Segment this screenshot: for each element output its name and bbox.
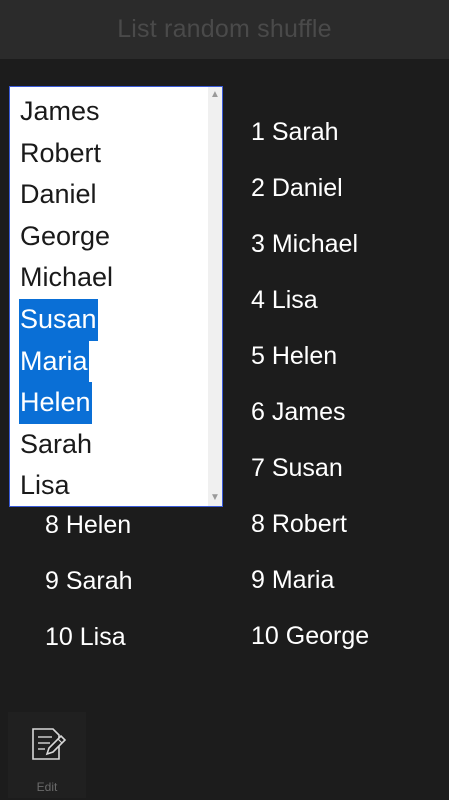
chevron-up-icon[interactable]: ▲	[208, 88, 222, 102]
shuffled-list-item: 1 Sarah	[251, 118, 339, 146]
listbox-option[interactable]: George	[10, 216, 114, 258]
listbox-option[interactable]: Robert	[10, 133, 114, 175]
listbox-option-selected[interactable]: Helen	[10, 382, 114, 424]
listbox-scrollbar[interactable]: ▲ ▼	[208, 87, 222, 506]
listbox-option[interactable]: James	[10, 91, 114, 133]
listbox-option[interactable]: Sarah	[10, 424, 114, 466]
shuffled-list-item: 3 Michael	[251, 230, 358, 258]
chevron-down-icon[interactable]: ▼	[208, 491, 222, 505]
title-bar: List random shuffle	[0, 0, 449, 59]
shuffled-list-item: 9 Maria	[251, 566, 335, 594]
shuffled-list-item: 7 Susan	[251, 454, 343, 482]
original-list-item: 9 Sarah	[45, 567, 133, 595]
shuffled-list-item: 10 George	[251, 622, 370, 650]
edit-button[interactable]: Edit	[8, 712, 86, 798]
listbox-option-selected[interactable]: Susan	[10, 298, 114, 341]
shuffled-list: 1 Sarah 2 Daniel 3 Michael 4 Lisa 5 Hele…	[251, 104, 369, 664]
names-listbox[interactable]: James Robert Daniel George Michael Susan…	[9, 86, 223, 507]
listbox-option-selected[interactable]: Maria	[10, 340, 114, 383]
shuffled-list-item: 2 Daniel	[251, 174, 343, 202]
original-list: 8 Helen 9 Sarah 10 Lisa	[45, 497, 133, 665]
edit-icon	[32, 728, 67, 760]
app-window: List random shuffle 1 Sarah 2 Daniel 3 M…	[0, 0, 449, 800]
listbox-items: James Robert Daniel George Michael Susan…	[10, 91, 114, 506]
shuffled-list-item: 5 Helen	[251, 342, 338, 370]
shuffled-list-item: 8 Robert	[251, 510, 347, 538]
listbox-option[interactable]: Daniel	[10, 174, 114, 216]
page-title: List random shuffle	[117, 15, 332, 43]
shuffled-list-item: 4 Lisa	[251, 286, 318, 314]
edit-label: Edit	[36, 780, 58, 794]
listbox-option[interactable]: Michael	[10, 257, 114, 299]
listbox-option[interactable]: Lisa	[10, 465, 114, 506]
original-list-item: 10 Lisa	[45, 623, 126, 651]
shuffled-list-item: 6 James	[251, 398, 346, 426]
